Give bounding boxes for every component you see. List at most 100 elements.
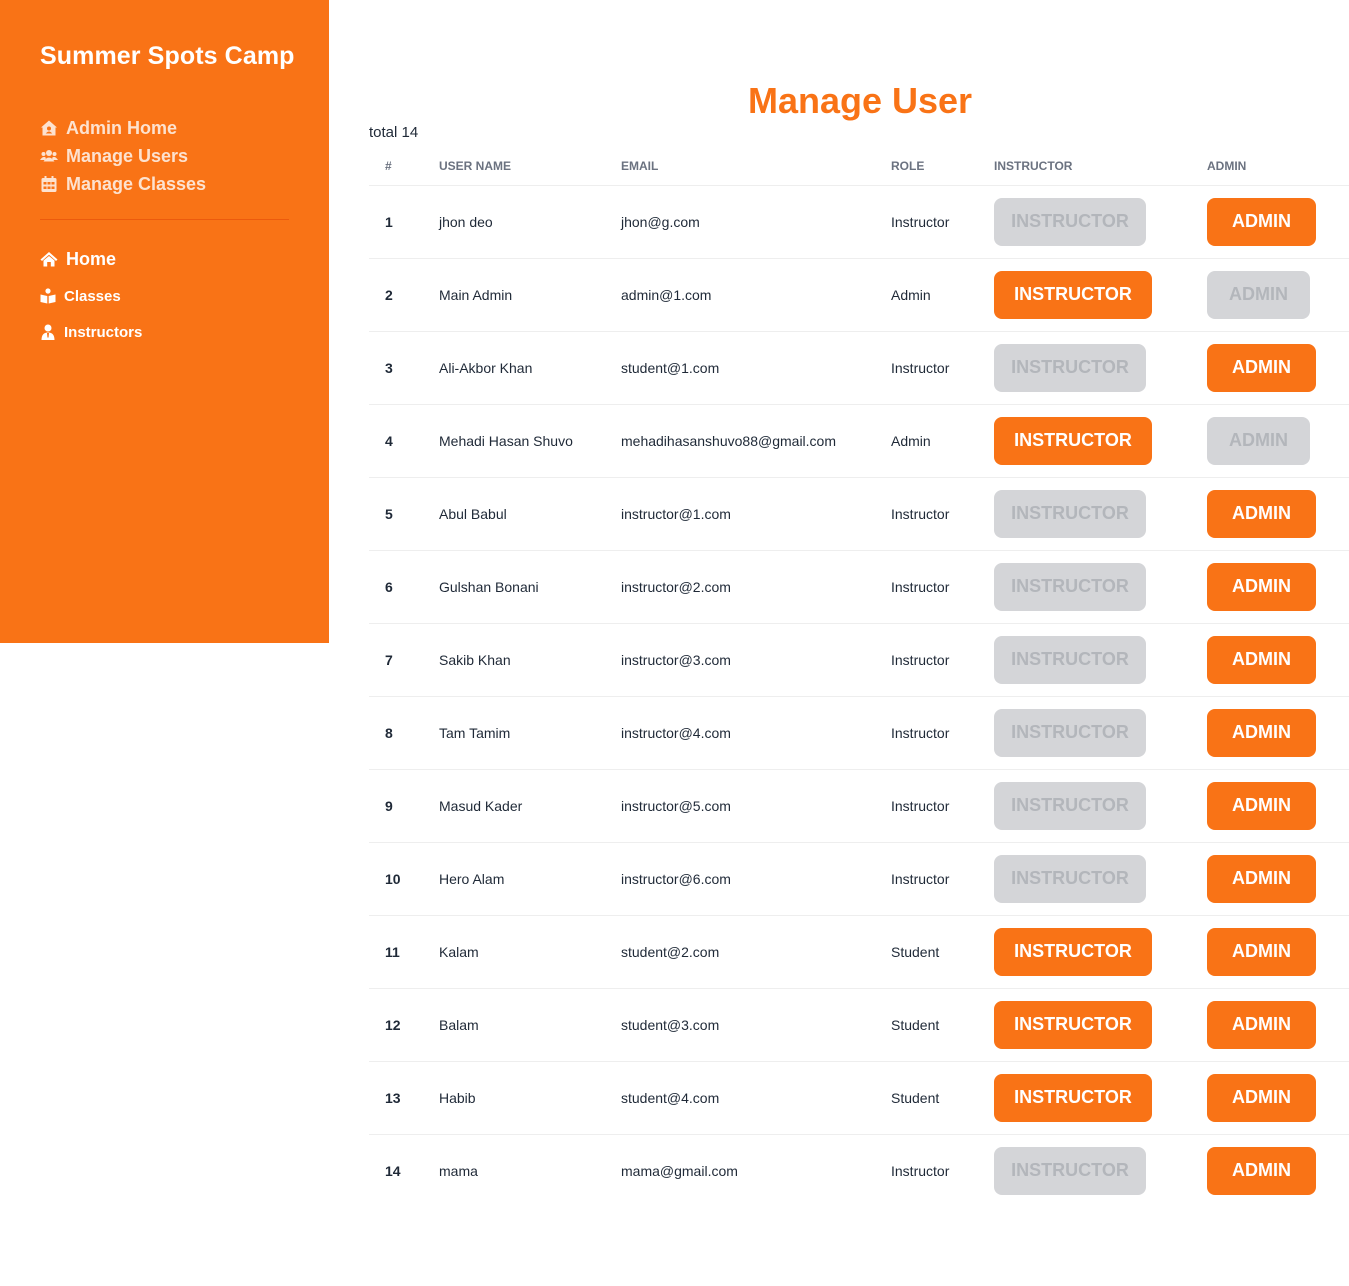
row-role: Instructor xyxy=(891,185,994,259)
row-role: Instructor xyxy=(891,842,994,916)
row-email: student@3.com xyxy=(621,988,891,1062)
make-admin-button[interactable]: Admin xyxy=(1207,1000,1316,1049)
row-user-name: Abul Babul xyxy=(439,477,621,551)
make-instructor-button[interactable]: Instructor xyxy=(994,1073,1152,1122)
row-instructor-cell: Instructor xyxy=(994,623,1207,697)
row-admin-cell: Admin xyxy=(1207,842,1349,916)
row-admin-cell: Admin xyxy=(1207,258,1349,332)
nav-admin-home-label: Admin Home xyxy=(66,117,178,138)
table-row: 10 Hero Alam instructor@6.com Instructor Ins… xyxy=(369,842,1349,916)
nav-instructors[interactable]: Instructors xyxy=(40,320,142,344)
row-user-name: Masud Kader xyxy=(439,769,621,843)
make-admin-button[interactable]: Admin xyxy=(1207,708,1316,757)
make-admin-button[interactable]: Admin xyxy=(1207,1073,1316,1122)
row-user-name: Ali-Akbor Khan xyxy=(439,331,621,405)
make-instructor-button: Instructor xyxy=(994,1146,1146,1195)
make-admin-button[interactable]: Admin xyxy=(1207,489,1316,538)
admin-nav: Admin Home Manage Users Manage Classes xyxy=(40,114,206,198)
row-role: Instructor xyxy=(891,769,994,843)
row-email: admin@1.com xyxy=(621,258,891,332)
row-number: 2 xyxy=(369,258,439,332)
nav-instructors-label: Instructors xyxy=(64,323,143,341)
make-admin-button[interactable]: Admin xyxy=(1207,197,1316,246)
make-instructor-button: Instructor xyxy=(994,197,1146,246)
row-instructor-cell: Instructor xyxy=(994,988,1207,1062)
row-instructor-cell: Instructor xyxy=(994,915,1207,989)
home-icon xyxy=(40,250,58,268)
row-admin-cell: Admin xyxy=(1207,404,1349,478)
row-role: Admin xyxy=(891,258,994,332)
row-role: Student xyxy=(891,988,994,1062)
row-user-name: Hero Alam xyxy=(439,842,621,916)
row-number: 4 xyxy=(369,404,439,478)
row-email: student@2.com xyxy=(621,915,891,989)
row-instructor-cell: Instructor xyxy=(994,550,1207,624)
nav-admin-home[interactable]: Admin Home xyxy=(40,114,206,142)
table-body: 1 jhon deo jhon@g.com Instructor Instructor A… xyxy=(369,185,1349,1207)
row-email: instructor@2.com xyxy=(621,550,891,624)
make-instructor-button: Instructor xyxy=(994,489,1146,538)
column-header-role: Role xyxy=(891,148,994,186)
table-row: 5 Abul Babul instructor@1.com Instructor Ins… xyxy=(369,477,1349,551)
row-user-name: Gulshan Bonani xyxy=(439,550,621,624)
row-admin-cell: Admin xyxy=(1207,696,1349,770)
make-admin-button[interactable]: Admin xyxy=(1207,781,1316,830)
make-instructor-button: Instructor xyxy=(994,708,1146,757)
row-email: mama@gmail.com xyxy=(621,1162,738,1179)
row-role: Instructor xyxy=(891,550,994,624)
row-instructor-cell: Instructor xyxy=(994,1061,1207,1135)
row-email: instructor@1.com xyxy=(621,477,891,551)
row-admin-cell: Admin xyxy=(1207,550,1349,624)
row-email: instructor@4.com xyxy=(621,696,891,770)
row-instructor-cell: Instructor xyxy=(994,477,1207,551)
row-number: 9 xyxy=(369,769,439,843)
table-row: 14 mama mama@gmail.com Instructor Instructor… xyxy=(369,1134,1349,1207)
make-instructor-button[interactable]: Instructor xyxy=(994,270,1152,319)
make-admin-button[interactable]: Admin xyxy=(1207,854,1316,903)
make-admin-button[interactable]: Admin xyxy=(1207,1146,1316,1195)
table-row: 8 Tam Tamim instructor@4.com Instructor Inst… xyxy=(369,696,1349,770)
total-count: total 14 xyxy=(369,124,419,141)
make-instructor-button[interactable]: Instructor xyxy=(994,416,1152,465)
row-email: instructor@5.com xyxy=(621,769,891,843)
make-admin-button[interactable]: Admin xyxy=(1207,562,1316,611)
nav-home[interactable]: Home xyxy=(40,246,142,272)
row-role: Instructor xyxy=(891,1162,950,1179)
row-email: student@1.com xyxy=(621,331,891,405)
row-admin-cell: Admin xyxy=(1207,185,1349,259)
make-admin-button: Admin xyxy=(1207,416,1310,465)
nav-manage-users[interactable]: Manage Users xyxy=(40,142,206,170)
row-admin-cell: Admin xyxy=(1207,769,1349,843)
row-user-name: Tam Tamim xyxy=(439,696,621,770)
column-header-user-name: User Name xyxy=(439,148,621,186)
row-instructor-cell: Instructor xyxy=(994,404,1207,478)
row-admin-cell: Admin xyxy=(1207,988,1349,1062)
row-admin-cell: Admin xyxy=(1207,1061,1349,1135)
row-admin-cell: Admin xyxy=(1207,1134,1349,1207)
nav-classes[interactable]: Classes xyxy=(40,284,142,308)
row-number: 1 xyxy=(369,185,439,259)
table-row: 12 Balam student@3.com Student Instructor Adm… xyxy=(369,988,1349,1062)
table-row: 7 Sakib Khan instructor@3.com Instructor Ins… xyxy=(369,623,1349,697)
make-instructor-button: Instructor xyxy=(994,635,1146,684)
row-admin-cell: Admin xyxy=(1207,477,1349,551)
row-user-name: mama xyxy=(439,1162,478,1179)
make-instructor-button[interactable]: Instructor xyxy=(994,927,1152,976)
row-number: 7 xyxy=(369,623,439,697)
make-admin-button[interactable]: Admin xyxy=(1207,343,1316,392)
row-role: Instructor xyxy=(891,477,994,551)
row-email: mehadihasanshuvo88@gmail.com xyxy=(621,404,891,478)
make-instructor-button[interactable]: Instructor xyxy=(994,1000,1152,1049)
row-instructor-cell: Instructor xyxy=(994,1134,1207,1207)
make-admin-button[interactable]: Admin xyxy=(1207,927,1316,976)
make-admin-button[interactable]: Admin xyxy=(1207,635,1316,684)
row-role: Student xyxy=(891,915,994,989)
make-admin-button: Admin xyxy=(1207,270,1310,319)
row-instructor-cell: Instructor xyxy=(994,769,1207,843)
row-number: 11 xyxy=(369,915,439,989)
table-header-row: # User Name Email Role Instructor Admin xyxy=(369,148,1349,186)
row-role: Student xyxy=(891,1061,994,1135)
row-email: student@4.com xyxy=(621,1061,891,1135)
nav-manage-classes[interactable]: Manage Classes xyxy=(40,170,206,198)
users-icon xyxy=(40,147,58,165)
